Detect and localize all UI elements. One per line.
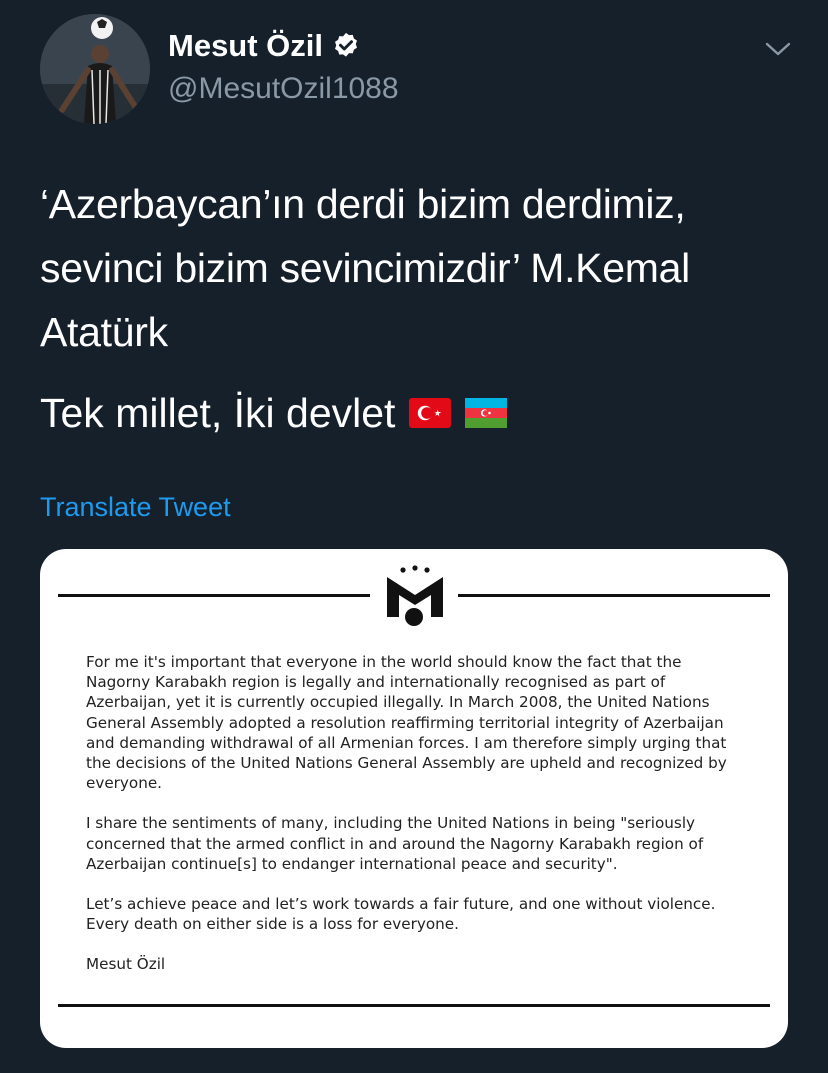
bottom-rule	[58, 1004, 770, 1007]
m10-logo-icon	[387, 565, 443, 626]
tweet-text-secondary-label: Tek millet, İki devlet	[40, 390, 396, 436]
statement-text: For me it's important that everyone in t…	[86, 652, 748, 975]
author-name[interactable]: Mesut Özil	[168, 28, 361, 64]
turkey-flag-icon	[409, 398, 452, 428]
top-rule-right	[458, 594, 770, 597]
avatar[interactable]	[40, 14, 150, 124]
tweet-text-secondary: Tek millet, İki devlet	[40, 381, 508, 445]
author-name-text[interactable]: Mesut Özil	[168, 28, 323, 64]
statement-signature: Mesut Özil	[86, 955, 166, 974]
translate-tweet-link[interactable]: Translate Tweet	[40, 492, 231, 523]
avatar-photo	[40, 14, 150, 124]
tweet-media-image[interactable]: For me it's important that everyone in t…	[40, 549, 788, 1048]
tweet-text: ‘Azerbaycan’ın derdi bizim derdimiz, sev…	[40, 181, 690, 355]
statement-paragraph: I share the sentiments of many, includin…	[86, 814, 704, 873]
azerbaijan-flag-icon	[465, 398, 508, 428]
tweet: Mesut Özil @MesutOzil1088 ‘Azerbaycan’ın…	[0, 0, 828, 1073]
chevron-down-icon[interactable]	[760, 34, 796, 64]
top-rule-left	[58, 594, 370, 597]
statement-paragraph: Let’s achieve peace and let’s work towar…	[86, 895, 716, 934]
author-handle[interactable]: @MesutOzil1088	[168, 72, 399, 106]
verified-badge-icon	[335, 32, 358, 57]
statement-paragraph: For me it's important that everyone in t…	[86, 653, 727, 793]
